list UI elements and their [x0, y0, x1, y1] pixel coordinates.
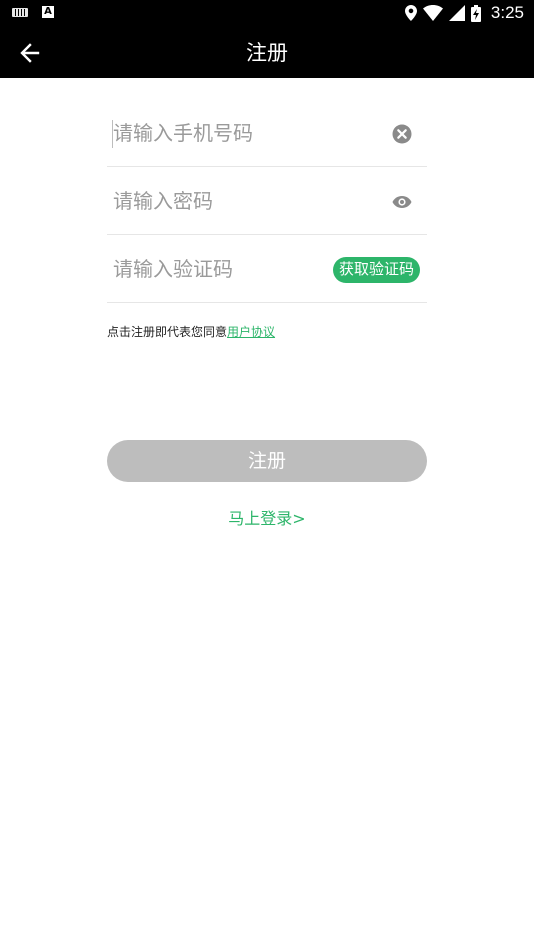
wifi-icon	[422, 5, 443, 21]
app-bar: 注册	[0, 27, 534, 78]
keyboard-icon	[12, 7, 28, 17]
phone-input[interactable]	[113, 118, 373, 148]
status-right: 3:25	[404, 3, 524, 23]
password-field	[107, 168, 427, 235]
toggle-password-visibility[interactable]	[392, 193, 412, 211]
password-input[interactable]	[113, 186, 373, 216]
eye-icon	[392, 196, 412, 208]
verification-code-field: 获取验证码	[107, 236, 427, 303]
status-bar: A 3:25	[0, 0, 534, 27]
signal-icon	[448, 5, 465, 21]
agreement-text: 点击注册即代表您同意用户协议	[107, 324, 275, 340]
get-code-button[interactable]: 获取验证码	[332, 257, 420, 283]
phone-field	[107, 100, 427, 167]
location-icon	[404, 5, 417, 21]
close-circle-icon	[392, 124, 412, 144]
agreement-prefix: 点击注册即代表您同意	[107, 325, 228, 339]
register-button[interactable]: 注册	[107, 440, 427, 482]
status-left: A	[12, 6, 54, 18]
page-title: 注册	[246, 41, 288, 65]
battery-charging-icon	[470, 4, 481, 22]
status-time: 3:25	[490, 3, 524, 22]
clear-button[interactable]	[392, 124, 412, 144]
login-link[interactable]: 马上登录>	[0, 509, 534, 529]
user-agreement-link[interactable]: 用户协议	[227, 325, 275, 339]
a-notification-icon: A	[42, 6, 54, 18]
